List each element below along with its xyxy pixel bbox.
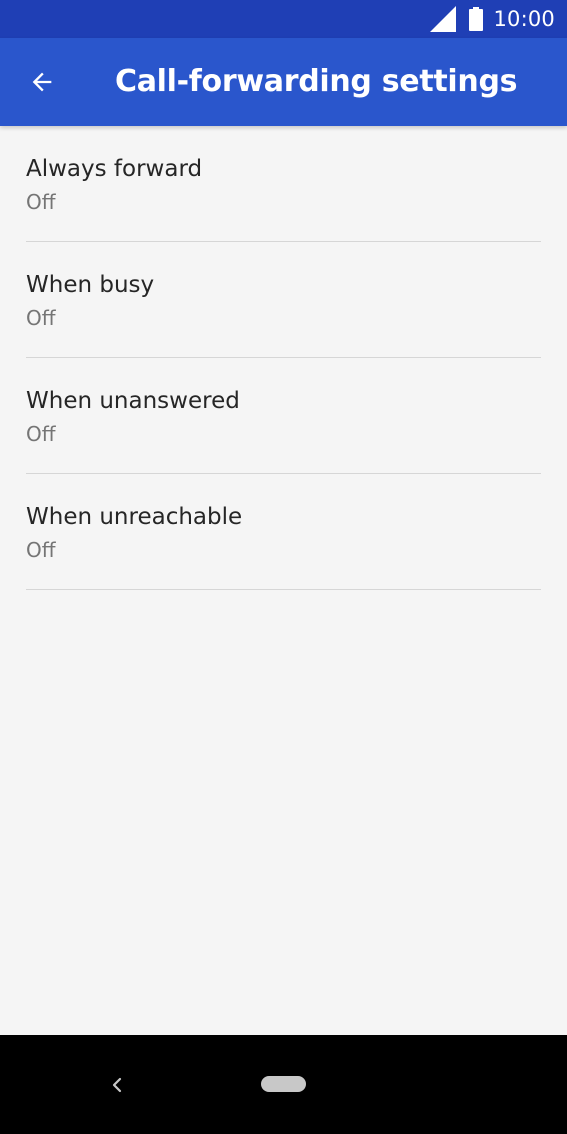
setting-summary: Off — [26, 306, 56, 330]
signal-icon — [430, 6, 457, 32]
setting-always-forward[interactable]: Always forward Off — [0, 126, 567, 242]
settings-list: Always forward Off When busy Off When un… — [0, 126, 567, 590]
call-forwarding-screen: 10:00 Call-forwarding settings Always fo… — [0, 0, 567, 1134]
home-pill-icon[interactable] — [261, 1076, 306, 1092]
status-bar-right: 10:00 — [429, 0, 555, 38]
setting-when-busy[interactable]: When busy Off — [0, 242, 567, 358]
page-title: Call-forwarding settings — [115, 64, 518, 99]
setting-when-unanswered[interactable]: When unanswered Off — [0, 358, 567, 474]
battery-icon — [469, 7, 484, 31]
status-bar: 10:00 — [0, 0, 567, 38]
setting-title: When unreachable — [26, 504, 243, 530]
app-bar: Call-forwarding settings — [0, 38, 567, 126]
status-time: 10:00 — [493, 7, 555, 31]
setting-title: When unanswered — [26, 388, 240, 414]
nav-back-chevron-icon — [112, 1077, 122, 1093]
nav-back-button[interactable] — [100, 1065, 134, 1105]
arrow-left-icon — [32, 72, 52, 92]
setting-summary: Off — [26, 538, 56, 562]
setting-title: Always forward — [26, 156, 203, 182]
setting-summary: Off — [26, 190, 56, 214]
setting-summary: Off — [26, 422, 56, 446]
back-button[interactable] — [18, 58, 66, 106]
navigation-bar — [0, 1035, 567, 1134]
list-divider — [26, 589, 541, 590]
setting-title: When busy — [26, 272, 155, 298]
setting-when-unreachable[interactable]: When unreachable Off — [0, 474, 567, 590]
